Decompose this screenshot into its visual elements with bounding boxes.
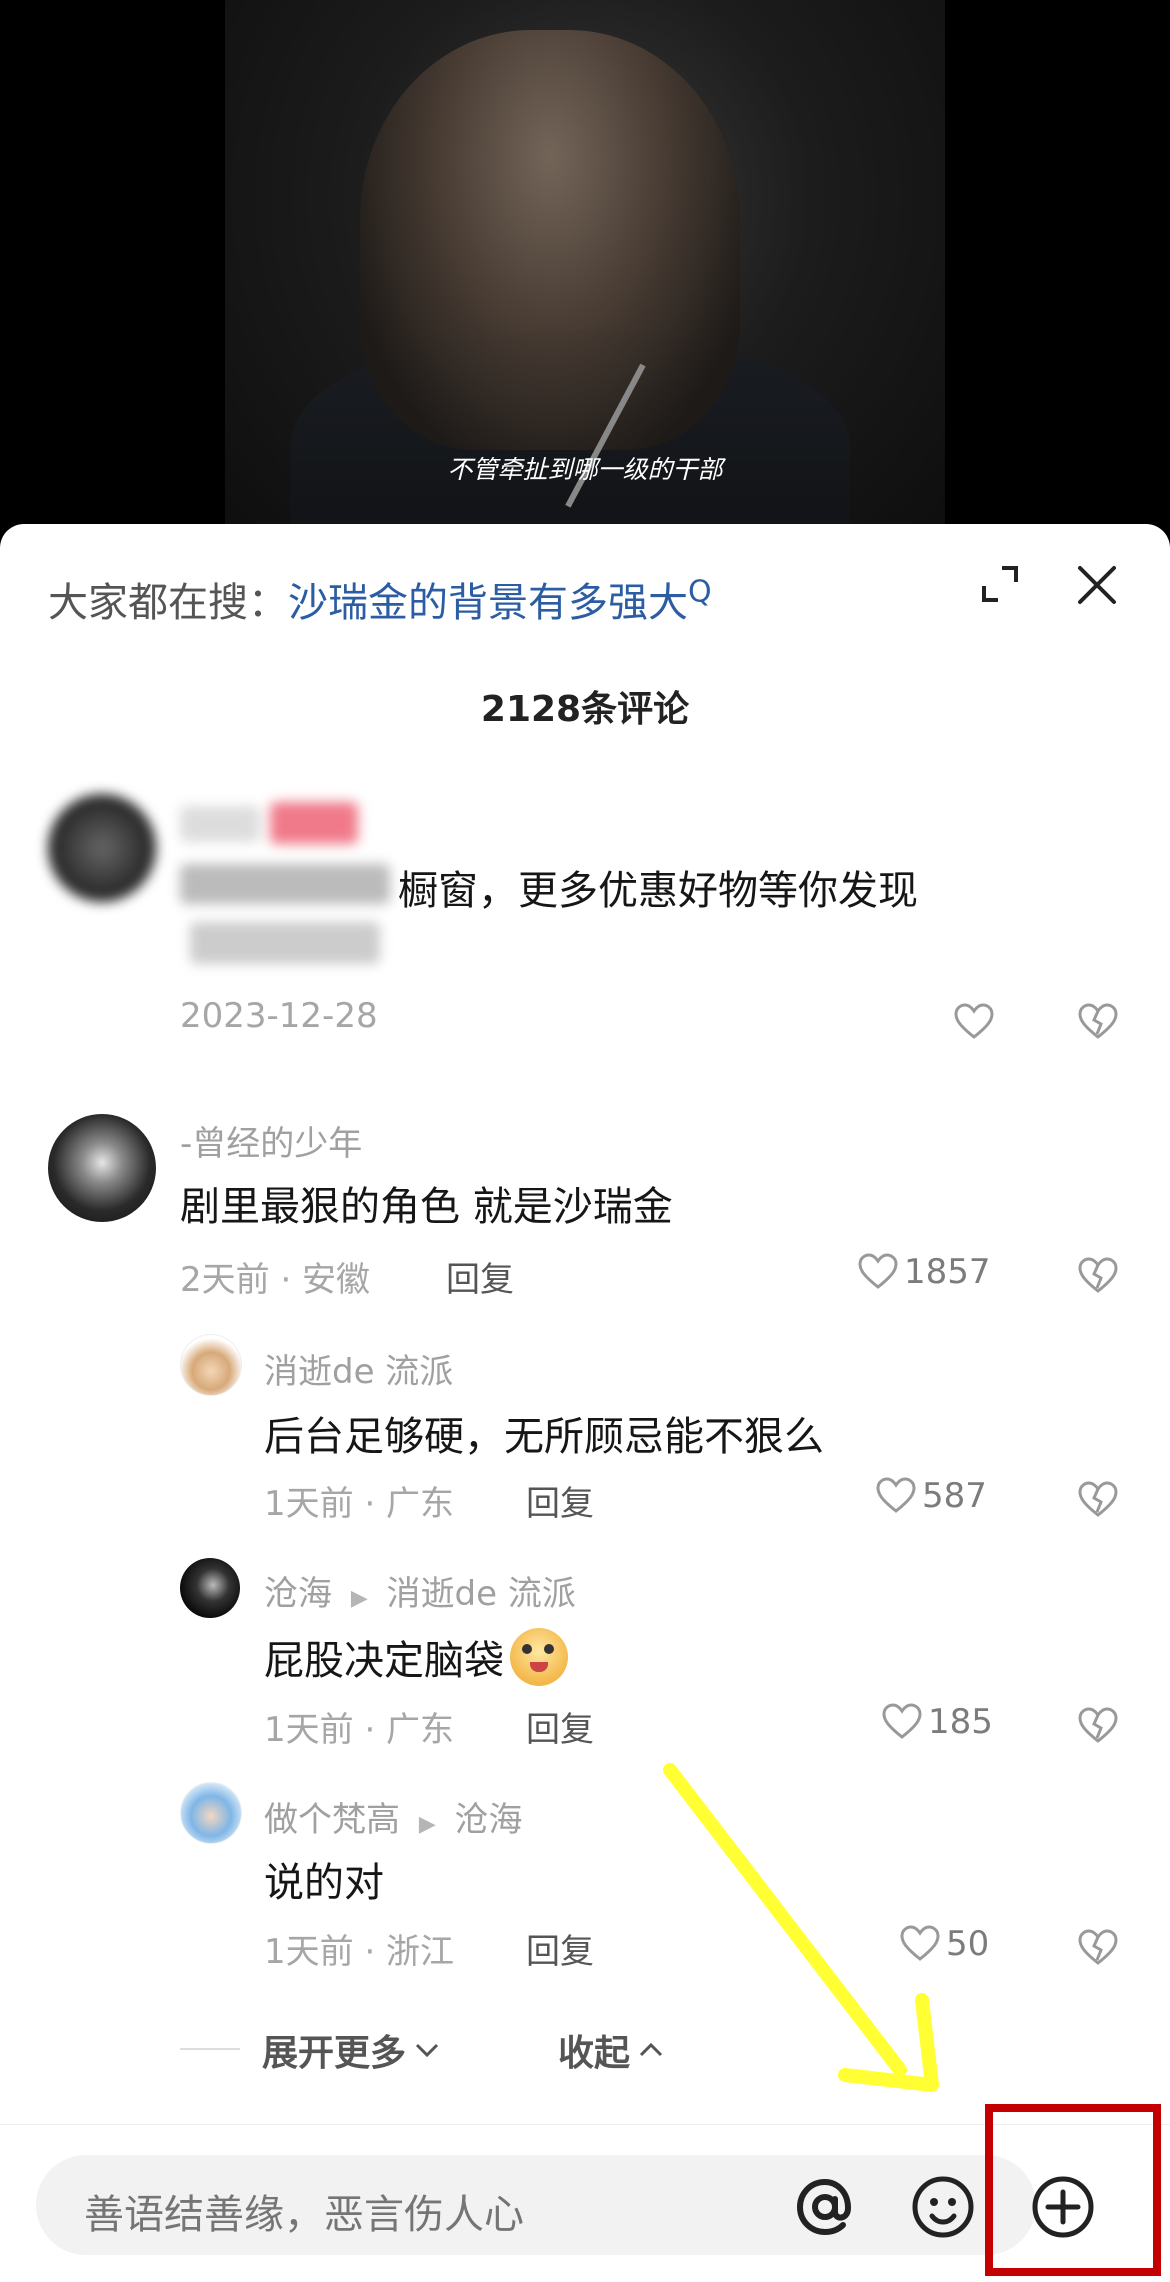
- comment-username[interactable]: -曾经的少年: [180, 1116, 362, 1165]
- like-count: 185: [928, 1702, 993, 1742]
- mention-icon[interactable]: [790, 2172, 860, 2242]
- comment-username[interactable]: 做个梵高 ▶ 沧海: [264, 1792, 523, 1841]
- video-subtitle: 不管牵扯到哪一级的干部: [447, 455, 723, 484]
- comment-time: 1天前 · 浙江: [264, 1932, 455, 1972]
- video-figure-head: [360, 30, 740, 450]
- like-button[interactable]: 1857: [858, 1252, 991, 1292]
- heart-icon: [882, 1703, 922, 1739]
- reply-target[interactable]: 消逝de 流派: [387, 1574, 576, 1614]
- reply-button[interactable]: 回复: [446, 1252, 514, 1301]
- reply-button[interactable]: 回复: [526, 1924, 594, 1973]
- reply-target[interactable]: 沧海: [455, 1800, 523, 1840]
- annotation-arrow: [663, 1763, 939, 2092]
- broken-heart-icon[interactable]: [1078, 1002, 1118, 1042]
- close-icon[interactable]: [1074, 562, 1120, 608]
- avatar[interactable]: [180, 1782, 242, 1844]
- avatar[interactable]: [180, 1558, 240, 1618]
- comment-text: 后台足够硬，无所顾忌能不狠么: [264, 1414, 824, 1460]
- like-count: 1857: [904, 1252, 991, 1292]
- reply-button[interactable]: 回复: [526, 1476, 594, 1525]
- broken-heart-icon[interactable]: [1078, 1706, 1118, 1746]
- comment-text: 剧里最狠的角色 就是沙瑞金: [180, 1184, 673, 1230]
- video-player[interactable]: 不管牵扯到哪一级的干部: [0, 0, 1170, 560]
- highlight-box: [985, 2104, 1161, 2276]
- expand-divider: [180, 2048, 240, 2050]
- search-icon: Q: [688, 574, 712, 610]
- emoji-icon: [510, 1628, 568, 1686]
- comment-count: 2128条评论: [480, 689, 690, 730]
- blurred-badge: [270, 802, 358, 844]
- collapse-label: 收起: [558, 2033, 631, 2074]
- avatar[interactable]: [48, 1114, 156, 1222]
- comment-time: 1天前 · 广东: [264, 1710, 455, 1750]
- heart-icon: [858, 1253, 898, 1289]
- reply-author[interactable]: 做个梵高: [264, 1800, 400, 1840]
- like-count: 587: [922, 1476, 987, 1516]
- trending-search-prefix: 大家都在搜：: [48, 580, 288, 626]
- comment-input[interactable]: [82, 2184, 686, 2246]
- broken-heart-icon[interactable]: [1078, 1480, 1118, 1520]
- comment-username[interactable]: 沧海 ▶ 消逝de 流派: [264, 1566, 576, 1615]
- like-button[interactable]: 185: [882, 1702, 993, 1742]
- comment-time: 2天前 · 安徽: [180, 1260, 371, 1300]
- like-button[interactable]: 587: [876, 1476, 987, 1516]
- comment-username[interactable]: 消逝de 流派: [264, 1344, 453, 1393]
- comment-text-body: 屁股决定脑袋: [264, 1638, 504, 1684]
- comment-time: 1天前 · 广东: [264, 1484, 455, 1524]
- reply-button[interactable]: 回复: [526, 1702, 594, 1751]
- trending-search-query[interactable]: 沙瑞金的背景有多强大: [288, 580, 688, 626]
- trending-search[interactable]: 大家都在搜：沙瑞金的背景有多强大Q: [48, 570, 712, 628]
- comment-text: 说的对: [264, 1860, 384, 1906]
- blurred-username: [180, 806, 260, 842]
- reply-author[interactable]: 沧海: [264, 1574, 332, 1614]
- comment-text: 橱窗，更多优惠好物等你发现: [398, 868, 918, 914]
- play-triangle-icon: ▶: [418, 1812, 436, 1837]
- play-triangle-icon: ▶: [350, 1586, 368, 1611]
- broken-heart-icon[interactable]: [1078, 1256, 1118, 1296]
- chevron-down-icon: [415, 2043, 439, 2058]
- expand-more-label: 展开更多: [262, 2033, 407, 2074]
- expand-more-button[interactable]: 展开更多: [262, 2024, 444, 2076]
- avatar[interactable]: [48, 794, 156, 902]
- heart-icon: [876, 1477, 916, 1513]
- comment-sheet: 大家都在搜：沙瑞金的背景有多强大Q 2128条评论 橱窗，更多优惠好物等你发现 …: [0, 524, 1170, 2281]
- heart-icon[interactable]: [954, 1002, 994, 1042]
- blurred-text: [180, 864, 390, 904]
- avatar[interactable]: [180, 1334, 242, 1396]
- blurred-link: [190, 922, 380, 964]
- expand-icon[interactable]: [980, 564, 1020, 604]
- comment-time: 2023-12-28: [180, 996, 378, 1036]
- comment-text: 屁股决定脑袋: [264, 1628, 568, 1686]
- broken-heart-icon[interactable]: [1078, 1928, 1118, 1968]
- emoji-icon[interactable]: [910, 2174, 976, 2240]
